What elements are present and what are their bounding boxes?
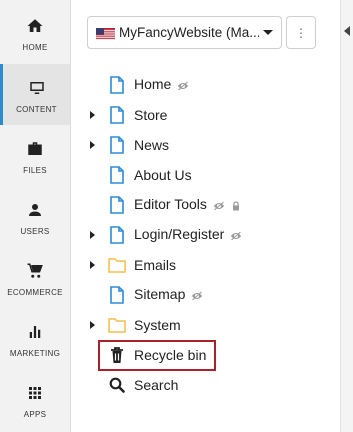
tree-item-home[interactable]: Home bbox=[71, 71, 326, 99]
tree-item-label: Login/Register bbox=[134, 226, 225, 243]
tree-item-emails[interactable]: Emails bbox=[71, 251, 326, 279]
more-options-button[interactable]: ⋮ bbox=[286, 16, 316, 49]
tree-item-system[interactable]: System bbox=[71, 311, 326, 339]
chevron-left-icon bbox=[344, 26, 350, 36]
nav-item-home[interactable]: HOME bbox=[0, 2, 70, 63]
tree-item-label: Home bbox=[134, 76, 172, 93]
page-icon bbox=[110, 106, 124, 124]
nav-item-label: MARKETING bbox=[9, 349, 61, 358]
briefcase-icon bbox=[25, 139, 45, 159]
page-icon bbox=[110, 166, 124, 184]
tree-item-store[interactable]: Store bbox=[71, 101, 326, 129]
kebab-menu-icon: ⋮ bbox=[295, 25, 307, 40]
tree-item-label: About Us bbox=[134, 167, 192, 183]
site-selector-value: MyFancyWebsite (Ma... bbox=[119, 25, 259, 40]
user-icon bbox=[25, 200, 45, 220]
tree-item-recycle-bin[interactable]: Recycle bin bbox=[71, 341, 326, 369]
nav-item-label: ECOMMERCE bbox=[7, 288, 63, 297]
tree-item-label: Emails bbox=[134, 257, 177, 273]
collapse-panel-handle[interactable] bbox=[340, 0, 353, 432]
tree-item-label: Store bbox=[134, 107, 168, 123]
tree-item-search[interactable]: Search bbox=[71, 371, 326, 399]
page-icon bbox=[110, 136, 124, 154]
nav-item-label: USERS bbox=[20, 227, 50, 236]
hidden-eye-icon bbox=[177, 78, 189, 94]
tree-item-label: System bbox=[134, 317, 181, 333]
nav-item-users[interactable]: USERS bbox=[0, 186, 70, 247]
tree-item-label: News bbox=[134, 137, 170, 153]
nav-item-label: FILES bbox=[23, 166, 47, 175]
hidden-eye-icon bbox=[191, 288, 203, 304]
tree-item-about-us[interactable]: About Us bbox=[71, 161, 326, 189]
folder-icon bbox=[108, 258, 126, 273]
lock-icon bbox=[231, 198, 241, 214]
page-icon bbox=[110, 76, 124, 94]
tree-item-label: Editor Tools bbox=[134, 196, 207, 213]
expand-arrow-icon[interactable] bbox=[90, 141, 95, 149]
chevron-down-icon bbox=[263, 30, 273, 35]
nav-item-content[interactable]: CONTENT bbox=[0, 64, 70, 125]
us-flag-icon bbox=[96, 27, 115, 40]
home-icon bbox=[25, 16, 45, 36]
page-icon bbox=[110, 196, 124, 214]
page-icon bbox=[110, 286, 124, 304]
nav-item-apps[interactable]: APPS bbox=[0, 369, 70, 430]
tree-item-label: Sitemap bbox=[134, 286, 186, 303]
page-icon bbox=[110, 226, 124, 244]
bar-chart-icon bbox=[25, 322, 45, 342]
tree-item-label: Search bbox=[134, 377, 179, 393]
tree-item-login-register[interactable]: Login/Register bbox=[71, 221, 326, 249]
hidden-eye-icon bbox=[213, 198, 225, 214]
expand-arrow-icon[interactable] bbox=[90, 261, 95, 269]
nav-item-marketing[interactable]: MARKETING bbox=[0, 308, 70, 369]
tree-item-editor-tools[interactable]: Editor Tools bbox=[71, 191, 326, 219]
tree-item-news[interactable]: News bbox=[71, 131, 326, 159]
expand-arrow-icon[interactable] bbox=[90, 321, 95, 329]
tree-item-sitemap[interactable]: Sitemap bbox=[71, 281, 326, 309]
nav-item-files[interactable]: FILES bbox=[0, 125, 70, 186]
content-tree-panel: MyFancyWebsite (Ma... ⋮ Home Store News … bbox=[71, 0, 353, 432]
site-selector-dropdown[interactable]: MyFancyWebsite (Ma... bbox=[87, 16, 282, 49]
folder-icon bbox=[108, 318, 126, 333]
nav-item-label: APPS bbox=[23, 410, 47, 419]
expand-arrow-icon[interactable] bbox=[90, 231, 95, 239]
search-icon bbox=[109, 377, 125, 393]
sidebar-nav: HOME CONTENT FILES USERS ECOMMERCE MARKE… bbox=[0, 0, 71, 432]
cart-icon bbox=[25, 261, 45, 281]
trash-icon bbox=[111, 347, 123, 363]
nav-item-label: CONTENT bbox=[16, 105, 57, 114]
tree-item-label: Recycle bin bbox=[134, 347, 207, 363]
grid-icon bbox=[25, 383, 45, 403]
expand-arrow-icon[interactable] bbox=[90, 111, 95, 119]
nav-item-ecommerce[interactable]: ECOMMERCE bbox=[0, 247, 70, 308]
hidden-eye-icon bbox=[230, 228, 242, 244]
monitor-icon bbox=[27, 78, 47, 98]
nav-item-label: HOME bbox=[22, 43, 48, 52]
